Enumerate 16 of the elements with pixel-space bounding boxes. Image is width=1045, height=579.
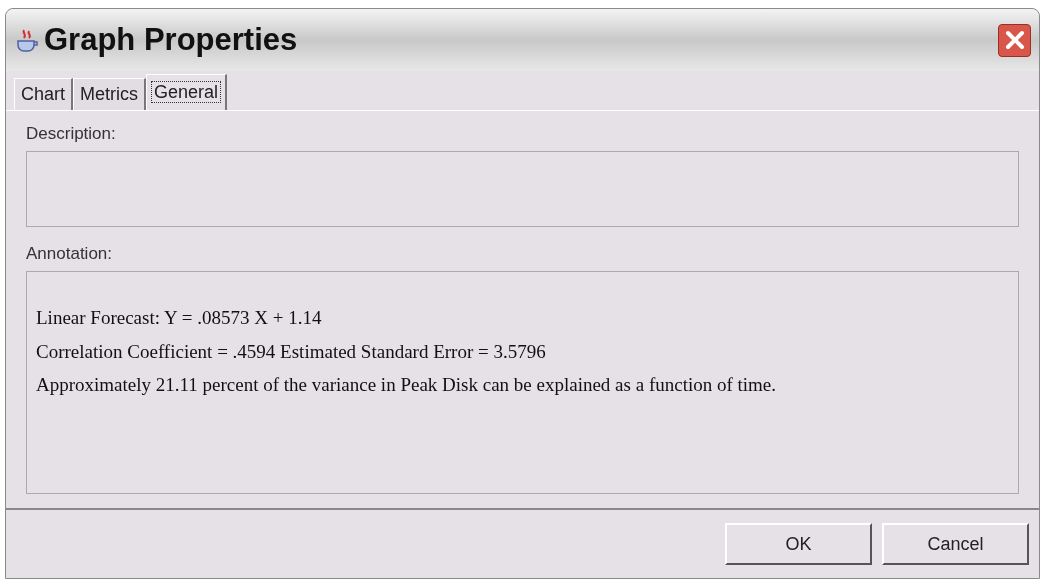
- close-icon: [1004, 30, 1025, 50]
- description-field[interactable]: [26, 151, 1019, 227]
- tab[interactable]: Metrics: [73, 78, 146, 110]
- dialog-button[interactable]: Cancel: [882, 523, 1029, 565]
- description-label: Description:: [26, 123, 117, 145]
- window-title: Graph Properties: [44, 20, 298, 59]
- annotation-text: Linear Forecast: Y = .08573 X + 1.14: [36, 306, 323, 330]
- close-button[interactable]: [998, 23, 1031, 57]
- dialog-button[interactable]: OK: [725, 523, 872, 565]
- annotation-text: Approximately 21.11 percent of the variance in Peak Disk can be explained as a function of time.: [36, 373, 778, 397]
- annotation-field[interactable]: Linear Forecast: Y = .08573 X + 1.14 Correlation Coefficient = .4594 Estimated Standard Error = 3.5796 Approximately 21.11 percent of the variance in Peak Disk can be explained as a function of time.: [26, 271, 1019, 494]
- annotation-text: Correlation Coefficient = .4594 Estimated Standard Error = 3.5796: [36, 339, 547, 364]
- tab[interactable]: Chart: [14, 78, 73, 110]
- java-cup-icon: [14, 27, 40, 53]
- tab[interactable]: General: [146, 74, 228, 110]
- annotation-label: Annotation:: [26, 243, 113, 265]
